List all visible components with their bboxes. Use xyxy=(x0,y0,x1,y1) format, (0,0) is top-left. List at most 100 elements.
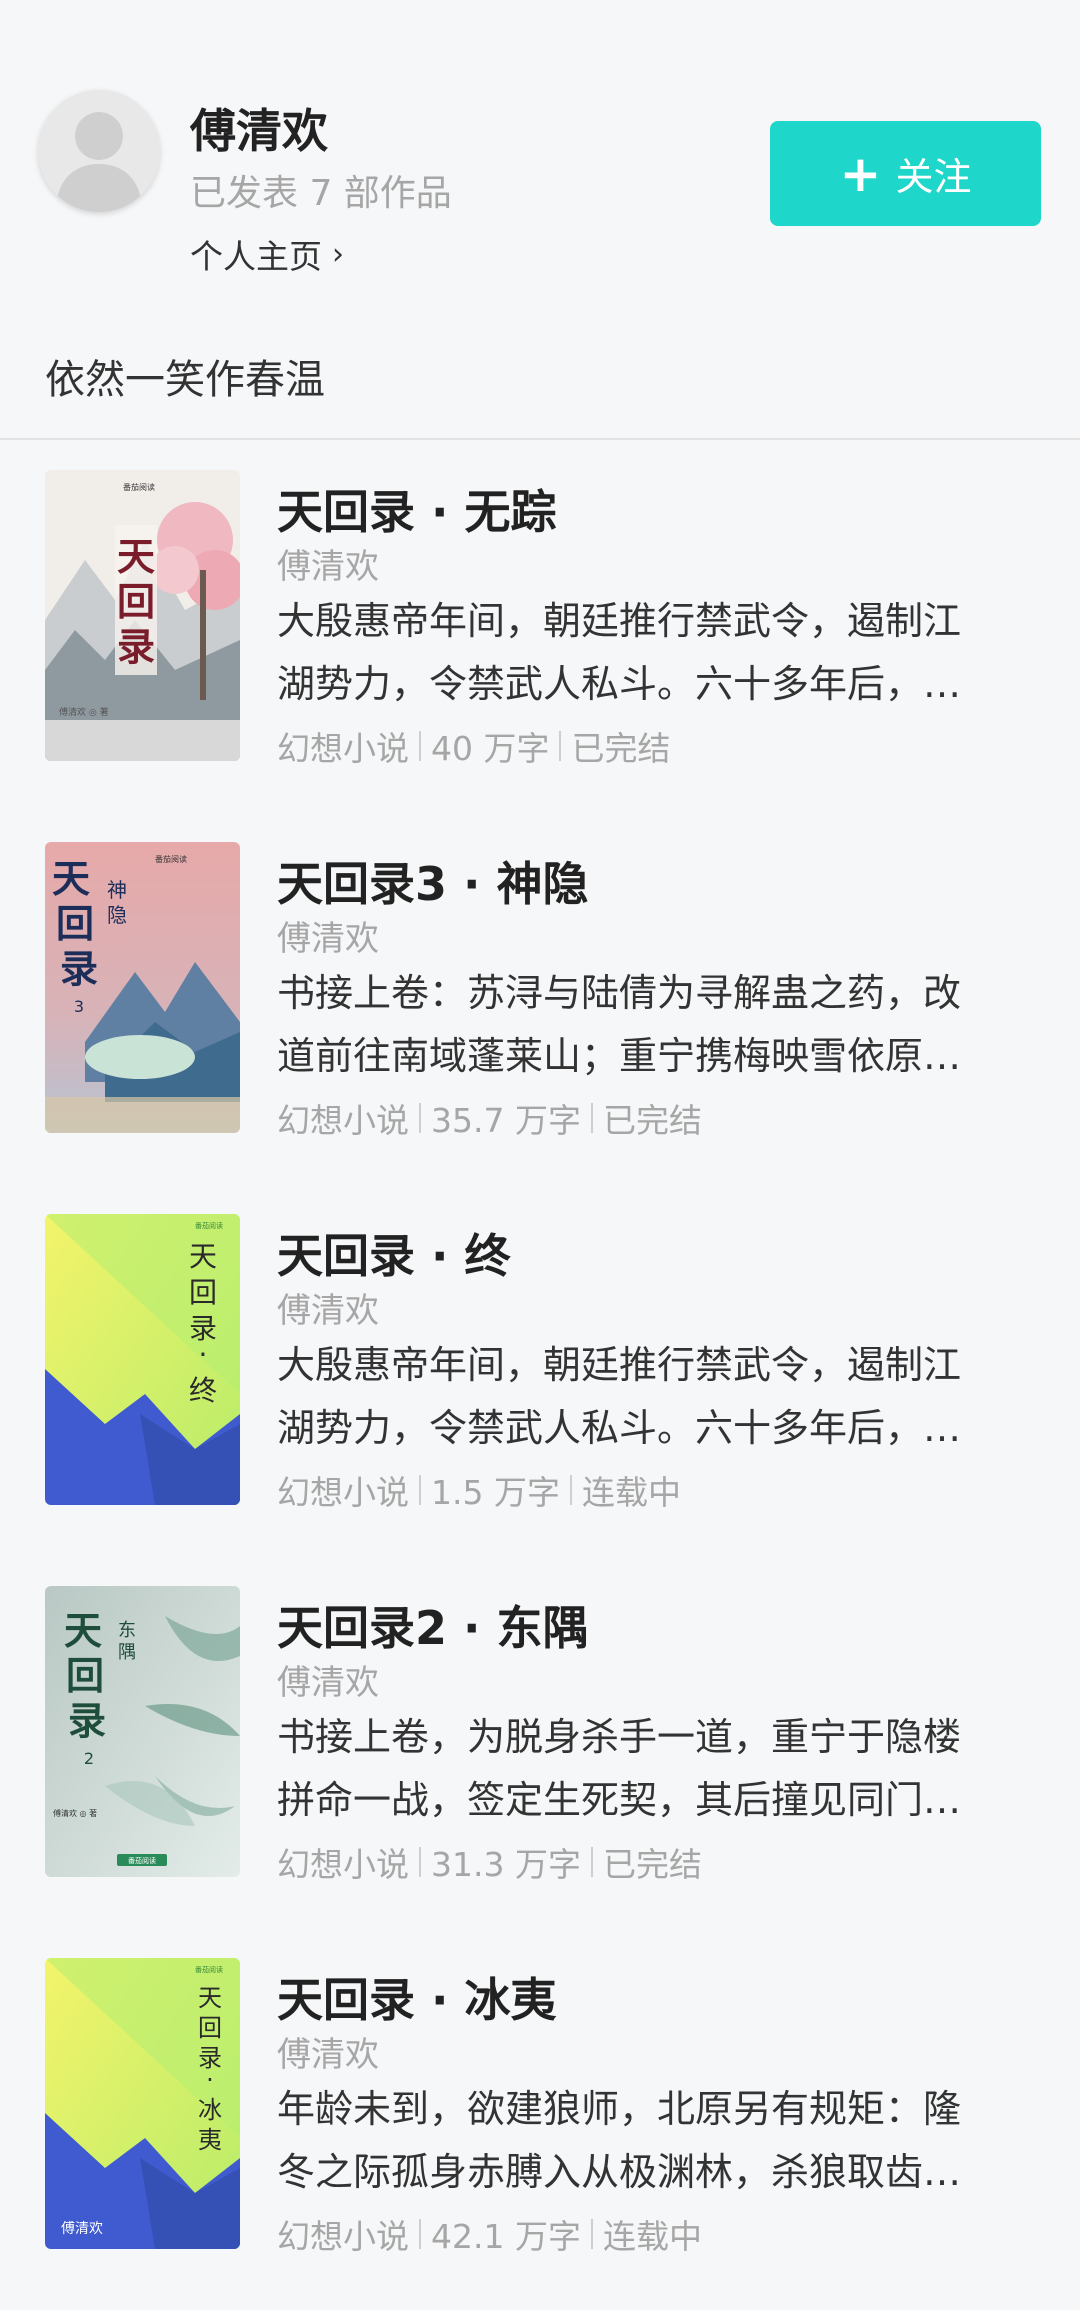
book-cover[interactable]: 天 回 录 2 东 隅 傅清欢 ◎ 著 番茄阅读 xyxy=(45,1586,240,1877)
works-count: 已发表 7 部作品 xyxy=(190,173,452,214)
book-genre: 幻想小说 xyxy=(277,1473,409,1512)
book-meta: 幻想小说 35.7 万字 已完结 xyxy=(277,1094,702,1142)
cover-title-char: 回 xyxy=(66,1653,104,1698)
cover-volume: 3 xyxy=(74,997,84,1016)
cover-volume: 2 xyxy=(84,1749,94,1768)
book-status: 连载中 xyxy=(581,1473,681,1512)
book-title[interactable]: 天回录 · 无踪 xyxy=(277,476,557,542)
book-description: 书接上卷：苏浔与陆倩为寻解蛊之药，改 道前往南域蓬莱山；重宁携梅映雪依原… xyxy=(277,962,1037,1088)
cover-publisher: 番茄阅读 xyxy=(128,1856,156,1865)
cover-title-char: 回 xyxy=(189,1276,217,1309)
book-status: 连载中 xyxy=(602,2217,702,2256)
book-author: 傅清欢 xyxy=(277,1663,379,1703)
book-description: 书接上卷，为脱身杀手一道，重宁于隐楼 拼命一战，签定生死契，其后撞见同门… xyxy=(277,1706,1037,1832)
cover-subtitle-char: 东 xyxy=(118,1620,136,1641)
book-genre: 幻想小说 xyxy=(277,1845,409,1884)
book-cover[interactable]: 天 回 录 · 冰 夷 傅清欢 番茄阅读 xyxy=(45,1958,240,2249)
book-cover[interactable]: 天 回 录 3 神 隐 番茄阅读 xyxy=(45,842,240,1133)
book-author: 傅清欢 xyxy=(277,2035,379,2075)
homepage-label: 个人主页 xyxy=(190,237,322,276)
desc-line: 湖势力，令禁武人私斗。六十多年后，… xyxy=(277,1406,962,1450)
book-author: 傅清欢 xyxy=(277,547,379,587)
book-meta: 幻想小说 31.3 万字 已完结 xyxy=(277,1838,702,1886)
cover-title-char: 录 xyxy=(60,946,98,991)
cover-title-char: 回 xyxy=(198,2014,222,2042)
follow-button[interactable]: + 关注 xyxy=(770,121,1041,226)
homepage-link[interactable]: 个人主页 › xyxy=(190,230,344,278)
meta-separator xyxy=(590,1103,593,1133)
book-cover[interactable]: 天 回 录 · 终 番茄阅读 xyxy=(45,1214,240,1505)
cover-publisher: 番茄阅读 xyxy=(155,854,187,864)
book-title[interactable]: 天回录 · 冰夷 xyxy=(277,1964,557,2030)
meta-separator xyxy=(569,1475,572,1505)
cover-title-char: 天 xyxy=(198,1984,222,2012)
cover-title-char: 天 xyxy=(64,1608,102,1653)
book-word-count: 40 万字 xyxy=(431,729,550,768)
cover-author: 傅清欢 ◎ 著 xyxy=(59,706,109,718)
cover-publisher: 番茄阅读 xyxy=(123,482,155,492)
meta-separator xyxy=(590,1847,593,1877)
meta-separator xyxy=(419,1103,421,1133)
book-status: 已完结 xyxy=(571,729,671,768)
book-meta: 幻想小说 40 万字 已完结 xyxy=(277,722,670,770)
book-genre: 幻想小说 xyxy=(277,2217,409,2256)
cover-author: 傅清欢 ◎ 著 xyxy=(53,1808,97,1818)
meta-separator xyxy=(419,1475,421,1505)
book-genre: 幻想小说 xyxy=(277,729,409,768)
book-item[interactable]: 天 回 录 · 终 番茄阅读 天回录 · 终 傅清欢 大殷惠帝年间，朝廷推行禁武… xyxy=(0,1184,1080,1556)
plus-icon: + xyxy=(839,144,882,203)
cover-title-char: 天 xyxy=(117,534,155,579)
desc-line: 年龄未到，欲建狼师，北原另有规矩：隆 xyxy=(277,2087,962,2131)
meta-separator xyxy=(419,2219,421,2249)
follow-label: 关注 xyxy=(895,155,972,199)
author-avatar[interactable] xyxy=(38,90,160,212)
cover-title-char: 冰 xyxy=(198,2096,222,2124)
cover-title-char: · xyxy=(199,1338,208,1371)
book-title[interactable]: 天回录3 · 神隐 xyxy=(277,848,589,914)
desc-line: 大殷惠帝年间，朝廷推行禁武令，遏制江 xyxy=(277,1343,962,1387)
book-title[interactable]: 天回录 · 终 xyxy=(277,1220,511,1286)
book-meta: 幻想小说 42.1 万字 连载中 xyxy=(277,2210,702,2258)
desc-line: 书接上卷：苏浔与陆倩为寻解蛊之药，改 xyxy=(277,971,962,1015)
book-title[interactable]: 天回录2 · 东隅 xyxy=(277,1592,589,1658)
cover-publisher: 番茄阅读 xyxy=(195,1965,223,1974)
desc-line: 道前往南域蓬莱山；重宁携梅映雪依原… xyxy=(277,1034,962,1078)
book-status: 已完结 xyxy=(602,1845,702,1884)
meta-separator xyxy=(419,1847,421,1877)
person-icon xyxy=(38,90,160,212)
chevron-right-icon: › xyxy=(332,236,344,272)
desc-line: 冬之际孤身赤膊入从极渊林，杀狼取齿… xyxy=(277,2150,962,2194)
desc-line: 湖势力，令禁武人私斗。六十多年后，… xyxy=(277,662,962,706)
book-cover[interactable]: 天 回 录 傅清欢 ◎ 著 番茄阅读 xyxy=(45,470,240,761)
book-item[interactable]: 天 回 录 2 东 隅 傅清欢 ◎ 著 番茄阅读 天回录2 · 东隅 傅清欢 书… xyxy=(0,1556,1080,1928)
meta-separator xyxy=(419,731,421,761)
author-name: 傅清欢 xyxy=(190,104,328,158)
cover-subtitle-char: 神 xyxy=(107,878,127,902)
cover-title-char: 回 xyxy=(56,901,94,946)
ink-painting-cover: 天 回 录 傅清欢 ◎ 著 番茄阅读 xyxy=(45,470,240,761)
yellow-green-cover: 天 回 录 · 终 番茄阅读 xyxy=(45,1214,240,1505)
book-description: 年龄未到，欲建狼师，北原另有规矩：隆 冬之际孤身赤膊入从极渊林，杀狼取齿… xyxy=(277,2078,1037,2204)
cover-title-char: 夷 xyxy=(198,2126,222,2154)
book-item[interactable]: 天 回 录 3 神 隐 番茄阅读 天回录3 · 神隐 傅清欢 书接上卷：苏浔与陆… xyxy=(0,812,1080,1184)
cover-author: 傅清欢 xyxy=(61,2221,103,2237)
desc-line: 书接上卷，为脱身杀手一道，重宁于隐楼 xyxy=(277,1715,962,1759)
book-description: 大殷惠帝年间，朝廷推行禁武令，遏制江 湖势力，令禁武人私斗。六十多年后，… xyxy=(277,590,1037,716)
desc-line: 大殷惠帝年间，朝廷推行禁武令，遏制江 xyxy=(277,599,962,643)
cover-title-char: 终 xyxy=(189,1374,217,1407)
book-word-count: 1.5 万字 xyxy=(431,1473,560,1512)
book-genre: 幻想小说 xyxy=(277,1101,409,1140)
book-word-count: 42.1 万字 xyxy=(431,2217,581,2256)
pink-mountains-cover: 天 回 录 3 神 隐 番茄阅读 xyxy=(45,842,240,1133)
book-item[interactable]: 天 回 录 傅清欢 ◎ 著 番茄阅读 天回录 · 无踪 傅清欢 大殷惠帝年间，朝… xyxy=(0,440,1080,812)
cover-title-char: 录 xyxy=(117,624,155,669)
cover-title-char: 天 xyxy=(189,1240,217,1273)
cover-title-char: 回 xyxy=(117,579,155,624)
book-word-count: 35.7 万字 xyxy=(431,1101,581,1140)
yellow-green-cover: 天 回 录 · 冰 夷 傅清欢 番茄阅读 xyxy=(45,1958,240,2249)
book-status: 已完结 xyxy=(602,1101,702,1140)
book-item[interactable]: 天 回 录 · 冰 夷 傅清欢 番茄阅读 天回录 · 冰夷 傅清欢 年龄未到，欲… xyxy=(0,1928,1080,2300)
book-description: 大殷惠帝年间，朝廷推行禁武令，遏制江 湖势力，令禁武人私斗。六十多年后，… xyxy=(277,1334,1037,1460)
meta-separator xyxy=(559,731,562,761)
author-header: 傅清欢 已发表 7 部作品 个人主页 › + 关注 依然一笑作春温 xyxy=(0,0,1080,440)
